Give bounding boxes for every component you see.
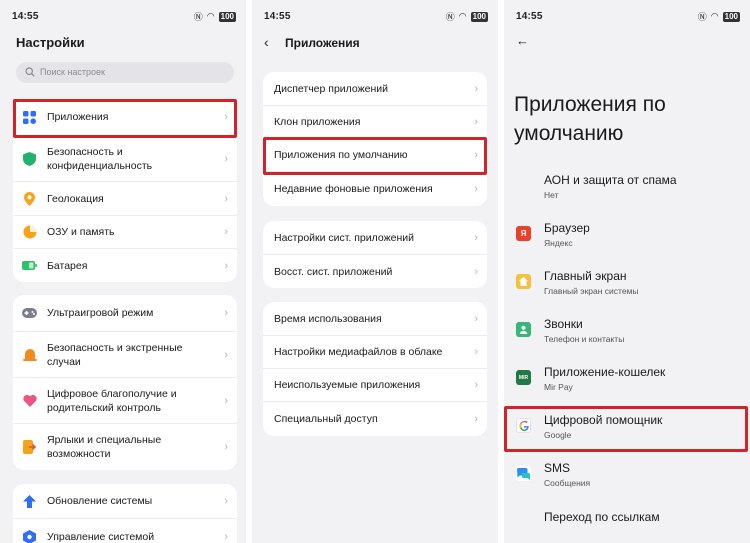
default-app-sms[interactable]: SMS Сообщения: [504, 458, 750, 498]
home-icon: [516, 274, 531, 289]
chevron-right-icon: ›: [474, 231, 478, 244]
wifi-icon: ◠: [710, 11, 719, 21]
apps-group-1: Диспетчер приложений › Клон приложения › П…: [263, 72, 487, 206]
chevron-right-icon: ›: [224, 152, 228, 165]
memory-icon: [22, 225, 37, 240]
settings-item-location[interactable]: Геолокация ›: [13, 182, 237, 216]
back-arrow-icon[interactable]: ←: [516, 33, 529, 48]
default-apps-screen: 14:55 Ⓝ ◠ 100 ← Приложения по умолчанию …: [504, 0, 750, 543]
apps-item-unused-apps[interactable]: Неиспользуемые приложения ›: [263, 369, 487, 402]
page-title: Настройки: [16, 35, 85, 50]
siren-icon: [22, 347, 37, 362]
chevron-right-icon: ›: [474, 149, 478, 161]
apps-item-default-apps[interactable]: Приложения по умолчанию ›: [263, 139, 487, 172]
settings-item-battery[interactable]: Батарея ›: [13, 249, 237, 282]
default-app-calls[interactable]: Звонки Телефон и контакты: [504, 314, 750, 354]
settings-group-3: Обновление системы › Управление системой…: [13, 484, 237, 543]
settings-item-security[interactable]: Безопасность и конфиденциальность ›: [13, 136, 237, 182]
apps-item-cloud-media[interactable]: Настройки медиафайлов в облаке ›: [263, 336, 487, 369]
default-app-home[interactable]: Главный экран Главный экран системы: [504, 266, 750, 306]
chevron-right-icon: ›: [474, 312, 478, 325]
status-time: 14:55: [264, 11, 291, 22]
status-bar: 14:55 Ⓝ ◠ 100: [504, 0, 750, 30]
page-title: Приложения по умолчанию: [514, 93, 666, 145]
default-app-wallet[interactable]: MIR Приложение-кошелек Mir Pay: [504, 362, 750, 402]
settings-item-system-update[interactable]: Обновление системы ›: [13, 484, 237, 519]
chevron-right-icon: ›: [474, 346, 478, 358]
chevron-right-icon: ›: [224, 192, 228, 205]
settings-item-game-mode[interactable]: Ультраигровой режим ›: [13, 295, 237, 332]
status-time: 14:55: [516, 11, 543, 22]
status-bar: 14:55 Ⓝ ◠ 100: [252, 0, 498, 30]
apps-item-system-app-settings[interactable]: Настройки сист. приложений ›: [263, 221, 487, 255]
chevron-right-icon: ›: [224, 111, 228, 123]
battery-icon: 100: [470, 11, 488, 22]
default-app-open-links[interactable]: Переход по ссылкам: [504, 506, 750, 536]
apps-item-special-access[interactable]: Специальный доступ ›: [263, 402, 487, 436]
contacts-icon: [516, 322, 531, 337]
battery-icon: 100: [722, 11, 740, 22]
shield-icon: [22, 151, 37, 166]
heart-icon: [22, 393, 37, 408]
chevron-right-icon: ›: [224, 259, 228, 272]
apps-item-usage-time[interactable]: Время использования ›: [263, 302, 487, 336]
settings-item-shortcuts[interactable]: Ярлыки и специальные возможности ›: [13, 424, 237, 470]
shortcut-icon: [22, 440, 37, 455]
chevron-right-icon: ›: [474, 265, 478, 278]
search-placeholder: Поиск настроек: [40, 67, 105, 77]
gamepad-icon: [22, 306, 37, 321]
chevron-right-icon: ›: [224, 495, 228, 507]
chevron-right-icon: ›: [224, 394, 228, 407]
wifi-icon: ◠: [458, 11, 467, 21]
chevron-right-icon: ›: [474, 413, 478, 425]
settings-group-2: Ультраигровой режим › Безопасность и экс…: [13, 295, 237, 470]
chevron-right-icon: ›: [224, 530, 228, 543]
search-icon: [25, 67, 35, 77]
battery-icon: 100: [218, 11, 236, 22]
yandex-icon: Я: [516, 226, 531, 241]
chevron-right-icon: ›: [224, 307, 228, 319]
apps-screen: 14:55 Ⓝ ◠ 100 ‹ Приложения Диспетчер при…: [252, 0, 498, 543]
back-arrow-icon[interactable]: ‹: [264, 34, 269, 50]
settings-screen: 14:55 Ⓝ ◠ 100 Настройки Поиск настроек П…: [0, 0, 246, 543]
default-app-assistant[interactable]: Цифровой помощник Google: [504, 410, 750, 450]
apps-group-3: Время использования › Настройки медиафайл…: [263, 302, 487, 436]
status-time: 14:55: [12, 11, 39, 22]
chevron-right-icon: ›: [224, 226, 228, 238]
settings-item-system-management[interactable]: Управление системой ›: [13, 519, 237, 543]
hexagon-gear-icon: [22, 529, 37, 543]
apps-icon: [22, 110, 37, 125]
default-app-browser[interactable]: Я Браузер Яндекс: [504, 218, 750, 258]
chevron-right-icon: ›: [474, 379, 478, 391]
page-title: Приложения: [285, 36, 360, 50]
location-pin-icon: [22, 191, 37, 206]
wifi-icon: ◠: [206, 11, 215, 21]
messages-icon: [516, 466, 531, 481]
apps-item-restore-system-apps[interactable]: Восст. сист. приложений ›: [263, 255, 487, 288]
apps-group-2: Настройки сист. приложений › Восст. сист.…: [263, 221, 487, 288]
chevron-right-icon: ›: [474, 82, 478, 95]
nfc-icon: Ⓝ: [445, 12, 455, 22]
settings-item-apps[interactable]: Приложения ›: [13, 99, 237, 136]
nfc-icon: Ⓝ: [193, 12, 203, 22]
battery-settings-icon: [22, 258, 37, 273]
settings-group-1: Приложения › Безопасность и конфиденциал…: [13, 99, 237, 282]
status-bar: 14:55 Ⓝ ◠ 100: [0, 0, 246, 30]
settings-item-memory[interactable]: ОЗУ и память ›: [13, 216, 237, 249]
mirpay-icon: MIR: [516, 370, 531, 385]
settings-item-wellbeing[interactable]: Цифровое благополучие и родительский кон…: [13, 378, 237, 424]
apps-item-manager[interactable]: Диспетчер приложений ›: [263, 72, 487, 106]
apps-item-clone[interactable]: Клон приложения ›: [263, 106, 487, 139]
default-app-caller-id[interactable]: АОН и защита от спама Нет: [504, 170, 750, 210]
google-icon: [516, 418, 531, 433]
update-arrow-icon: [22, 494, 37, 509]
settings-item-emergency[interactable]: Безопасность и экстренные случаи ›: [13, 332, 237, 378]
chevron-right-icon: ›: [474, 116, 478, 128]
chevron-right-icon: ›: [224, 441, 228, 453]
chevron-right-icon: ›: [474, 183, 478, 195]
chevron-right-icon: ›: [224, 348, 228, 361]
search-input[interactable]: Поиск настроек: [16, 62, 234, 83]
apps-item-recent-background[interactable]: Недавние фоновые приложения ›: [263, 172, 487, 206]
nfc-icon: Ⓝ: [697, 12, 707, 22]
